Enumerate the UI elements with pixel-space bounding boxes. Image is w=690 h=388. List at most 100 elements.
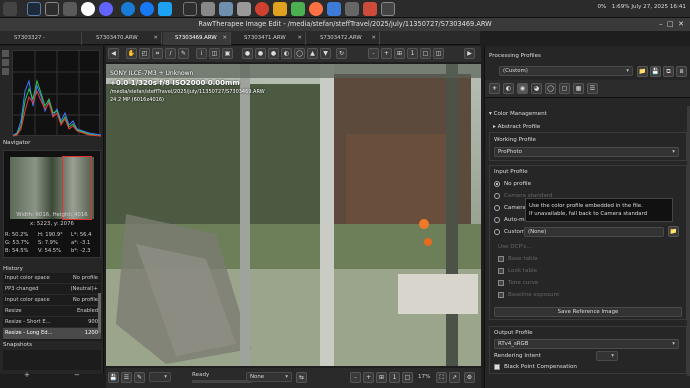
editor-select[interactable]: ▾: [149, 372, 171, 382]
app-menu-icon[interactable]: [3, 2, 17, 16]
app-icon-10[interactable]: [363, 2, 377, 16]
app-icon-6[interactable]: [291, 2, 305, 16]
image-preview[interactable]: SONY ILCE-7M3 + Unknown +0.0 1/320s f/8 …: [106, 64, 481, 366]
history-row[interactable]: PP3 changed (Neutral)+: [3, 284, 101, 295]
snapshots-list[interactable]: [3, 350, 101, 370]
tab-item[interactable]: S7303472.ARW ✕: [308, 32, 380, 45]
taskbar-status[interactable]: 0% 1:69% July 27, 2025 16:41: [597, 4, 686, 10]
app-k-icon[interactable]: [183, 2, 197, 16]
output-profile-select[interactable]: RTv4_sRGB ▾: [494, 339, 679, 349]
meta-tab-icon[interactable]: ☰: [587, 83, 598, 94]
hand-tool-icon[interactable]: ✋: [126, 48, 137, 59]
history-row[interactable]: Input color space No profile: [3, 273, 101, 284]
color-picker-icon[interactable]: ✎: [178, 48, 189, 59]
files-icon[interactable]: [45, 2, 59, 16]
right-panel-toggle-icon[interactable]: ▶: [464, 48, 475, 59]
radio-camera-sp[interactable]: [494, 205, 500, 211]
clipping-shadow-icon[interactable]: ▲: [307, 48, 318, 59]
zoom-out-button[interactable]: -: [350, 372, 361, 383]
channel-g-icon[interactable]: ●: [255, 48, 266, 59]
history-row[interactable]: Resize Enabled: [3, 306, 101, 317]
bluesky-icon[interactable]: [121, 2, 135, 16]
navigator-frame[interactable]: [62, 156, 92, 220]
rotate-icon[interactable]: ↻: [336, 48, 347, 59]
app-icon-9[interactable]: [345, 2, 359, 16]
checkbox-tone-curve[interactable]: [498, 280, 504, 286]
tab-item[interactable]: S7303470.ARW ✕: [84, 32, 162, 45]
add-snapshot-button[interactable]: +: [24, 371, 30, 379]
app-icon-5[interactable]: [273, 2, 287, 16]
settings-icon[interactable]: ⚙: [464, 372, 475, 383]
close-icon[interactable]: ✕: [222, 32, 227, 44]
save-profile-icon[interactable]: 💾: [650, 66, 661, 77]
close-icon[interactable]: ✕: [153, 32, 158, 44]
app-icon-3[interactable]: [237, 2, 251, 16]
detail-window-icon[interactable]: □: [420, 48, 431, 59]
advanced-tab-icon[interactable]: ◕: [531, 83, 542, 94]
history-scrollbar[interactable]: [98, 293, 101, 333]
history-row[interactable]: Input color space No profile: [3, 295, 101, 306]
window-controls[interactable]: – □ ✕: [659, 18, 684, 31]
left-panel-toggle-icon[interactable]: ◀: [108, 48, 119, 59]
open-profile-icon[interactable]: 📁: [637, 66, 648, 77]
info-icon[interactable]: i: [196, 48, 207, 59]
zoom-in-button[interactable]: +: [363, 372, 374, 383]
crop-icon[interactable]: ⌗: [152, 48, 163, 59]
app-icon-2[interactable]: [219, 2, 233, 16]
tab-item[interactable]: S7303327 - S7303335.jpg✕: [2, 32, 82, 53]
checkbox-baseline-exposure[interactable]: [498, 292, 504, 298]
histogram-toolbar[interactable]: [2, 50, 10, 136]
history-list[interactable]: Input color space No profile PP3 changed (…: [3, 273, 101, 341]
app-icon-1[interactable]: [201, 2, 215, 16]
send-to-editor-icon[interactable]: ✎: [134, 372, 145, 383]
luminance-icon[interactable]: ◐: [281, 48, 292, 59]
processing-profile-select[interactable]: (Custom) ▾: [499, 66, 633, 76]
fullscreen-icon[interactable]: ⛶: [436, 372, 447, 383]
preview-icon[interactable]: ▣: [222, 48, 233, 59]
zoom-100-button[interactable]: 1: [389, 372, 400, 383]
straighten-icon[interactable]: ∕: [165, 48, 176, 59]
exposure-tab-icon[interactable]: ☀: [489, 83, 500, 94]
close-icon[interactable]: ✕: [371, 32, 376, 44]
transform-tab-icon[interactable]: ▢: [559, 83, 570, 94]
paste-profile-icon[interactable]: ⧈: [676, 66, 687, 77]
save-reference-image-button[interactable]: Save Reference Image: [494, 307, 682, 317]
terminal-icon[interactable]: [27, 2, 41, 16]
rendering-intent-select[interactable]: ▾: [596, 351, 618, 361]
white-balance-picker-icon[interactable]: ◰: [139, 48, 150, 59]
remove-snapshot-button[interactable]: −: [74, 371, 80, 379]
radio-auto-matched[interactable]: [494, 217, 500, 223]
focus-mask-icon[interactable]: ◯: [294, 48, 305, 59]
compare-icon[interactable]: ◫: [433, 48, 444, 59]
mastodon-icon[interactable]: [99, 2, 113, 16]
browser-icon[interactable]: [81, 2, 95, 16]
radio-custom[interactable]: [494, 229, 500, 235]
app-icon-11[interactable]: [381, 2, 395, 16]
copy-profile-icon[interactable]: ⧉: [663, 66, 674, 77]
local-tab-icon[interactable]: ◯: [545, 83, 556, 94]
profile-select[interactable]: None ▾: [246, 372, 292, 382]
browse-profile-icon[interactable]: 📁: [668, 226, 679, 237]
clipping-highlight-icon[interactable]: ▼: [320, 48, 331, 59]
queue-icon[interactable]: ☰: [121, 372, 132, 383]
before-after-icon[interactable]: ◫: [209, 48, 220, 59]
radio-no-profile[interactable]: [494, 181, 500, 187]
raw-tab-icon[interactable]: ▦: [573, 83, 584, 94]
new-detail-window-button[interactable]: □: [402, 372, 413, 383]
export-icon[interactable]: ↗: [449, 372, 460, 383]
save-icon[interactable]: 💾: [108, 372, 119, 383]
zoom-in-icon[interactable]: +: [381, 48, 392, 59]
facebook-icon[interactable]: [140, 2, 154, 16]
document-icon[interactable]: [63, 2, 77, 16]
twitter-icon[interactable]: [158, 2, 172, 16]
zoom-fit-button[interactable]: ⊞: [376, 372, 387, 383]
checkbox-base-table[interactable]: [498, 256, 504, 262]
app-icon-8[interactable]: [327, 2, 341, 16]
channel-r-icon[interactable]: ●: [242, 48, 253, 59]
history-row[interactable]: Resize - Short E... 900: [3, 317, 101, 328]
color-management-section[interactable]: ▾ Color Management: [489, 111, 547, 117]
checkbox-black-point-compensation[interactable]: [494, 364, 500, 370]
history-row-selected[interactable]: Resize - Long Ed... 1200: [3, 328, 101, 339]
tab-item-active[interactable]: S7303469.ARW ✕: [163, 32, 231, 45]
zoom-fit-icon[interactable]: ⊞: [394, 48, 405, 59]
